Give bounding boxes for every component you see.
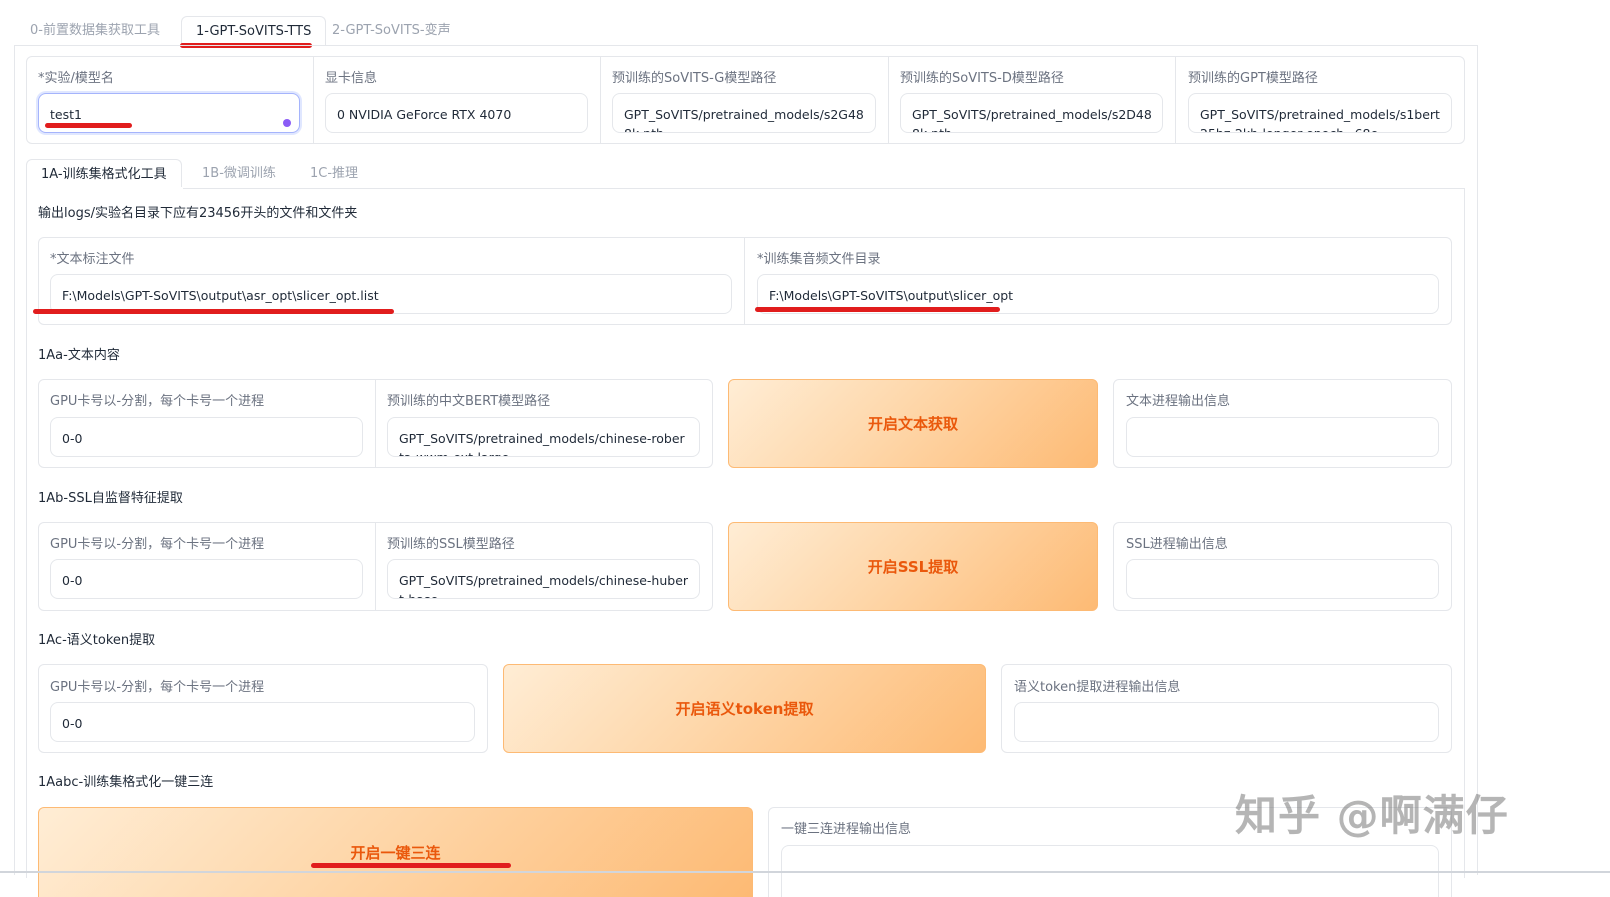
logs-hint: 输出logs/实验名目录下应有23456开头的文件和文件夹 xyxy=(38,206,358,221)
audio-dir-value: F:\Models\GPT-SoVITS\output\slicer_opt xyxy=(769,288,1014,303)
ssl-path-value: GPT_SoVITS/pretrained_models/chinese-hub… xyxy=(399,573,689,598)
section-title-1aabc: 1Aabc-训练集格式化一键三连 xyxy=(38,775,214,790)
sovits-g-label: 预训练的SoVITS-G模型路径 xyxy=(612,71,777,86)
bert-path-input[interactable]: GPT_SoVITS/pretrained_models/chinese-rob… xyxy=(387,417,700,457)
annotation-underline xyxy=(755,307,1000,312)
sovits-g-path-value: GPT_SoVITS/pretrained_models/s2G488k.pth xyxy=(624,107,864,132)
input-status-dot-icon xyxy=(283,119,291,127)
gpu-ids-label: GPU卡号以-分割，每个卡号一个进程 xyxy=(50,537,265,552)
tab-gpt-sovits-voice-change[interactable]: 2-GPT-SoVITS-变声 xyxy=(318,16,465,46)
gpt-path-value: GPT_SoVITS/pretrained_models/s1bert25hz-… xyxy=(1200,107,1440,132)
one-click-output-label: 一键三连进程输出信息 xyxy=(781,822,912,837)
audio-dir-label: *训练集音频文件目录 xyxy=(757,252,881,267)
gpu-ids-input[interactable]: 0-0 xyxy=(50,417,363,457)
bert-path-value: GPT_SoVITS/pretrained_models/chinese-rob… xyxy=(399,431,685,456)
divider xyxy=(1175,57,1176,143)
window-bottom-edge xyxy=(0,871,1610,873)
sovits-d-path-value: GPT_SoVITS/pretrained_models/s2D488k.pth xyxy=(912,107,1152,132)
section-title-1ac: 1Ac-语义token提取 xyxy=(38,633,156,648)
gpu-ids-label: GPU卡号以-分割，每个卡号一个进程 xyxy=(50,394,265,409)
start-text-extract-button[interactable]: 开启文本获取 xyxy=(728,379,1098,468)
gpu-ids-value: 0-0 xyxy=(62,573,83,588)
watermark: 知乎 @啊满仔 xyxy=(1235,791,1509,840)
exp-name-value: test1 xyxy=(50,107,82,122)
ssl-path-label: 预训练的SSL模型路径 xyxy=(387,537,515,552)
annotation-underline xyxy=(45,123,132,128)
sovits-d-label: 预训练的SoVITS-D模型路径 xyxy=(900,71,1064,86)
annotation-underline xyxy=(311,863,511,868)
subtab-finetune[interactable]: 1B-微调训练 xyxy=(188,159,290,189)
ssl-output-field[interactable] xyxy=(1126,559,1439,599)
text-output-field[interactable] xyxy=(1126,417,1439,457)
gpu-ids-input[interactable]: 0-0 xyxy=(50,559,363,599)
gpu-info-field[interactable]: 0 NVIDIA GeForce RTX 4070 xyxy=(325,93,588,133)
start-one-click-button[interactable]: 开启一键三连 xyxy=(38,807,753,897)
subtab-inference[interactable]: 1C-推理 xyxy=(296,159,372,189)
subtab-dataset-format[interactable]: 1A-训练集格式化工具 xyxy=(26,159,182,189)
start-ssl-extract-button[interactable]: 开启SSL提取 xyxy=(728,522,1098,611)
sovits-d-path-field[interactable]: GPT_SoVITS/pretrained_models/s2D488k.pth xyxy=(900,93,1163,133)
tab-dataset-tools[interactable]: 0-前置数据集获取工具 xyxy=(16,16,174,46)
gpt-path-label: 预训练的GPT模型路径 xyxy=(1188,71,1318,86)
ssl-path-input[interactable]: GPT_SoVITS/pretrained_models/chinese-hub… xyxy=(387,559,700,599)
divider xyxy=(375,380,376,467)
divider xyxy=(600,57,601,143)
semantic-output-field[interactable] xyxy=(1014,702,1439,742)
text-label-file-input[interactable]: F:\Models\GPT-SoVITS\output\asr_opt\slic… xyxy=(50,274,732,314)
start-semantic-token-button[interactable]: 开启语义token提取 xyxy=(503,664,986,753)
gpu-info-value: 0 NVIDIA GeForce RTX 4070 xyxy=(337,107,512,122)
annotation-underline xyxy=(33,309,394,314)
divider xyxy=(744,238,745,324)
divider xyxy=(313,57,314,143)
gpu-info-label: 显卡信息 xyxy=(325,71,378,86)
semantic-output-label: 语义token提取进程输出信息 xyxy=(1014,680,1181,695)
section-title-1ab: 1Ab-SSL自监督特征提取 xyxy=(38,491,183,506)
bert-path-label: 预训练的中文BERT模型路径 xyxy=(387,394,551,409)
ssl-output-label: SSL进程输出信息 xyxy=(1126,537,1228,552)
gpu-ids-input[interactable]: 0-0 xyxy=(50,702,475,742)
gpu-ids-label: GPU卡号以-分割，每个卡号一个进程 xyxy=(50,680,265,695)
gpu-ids-value: 0-0 xyxy=(62,431,83,446)
section-title-1aa: 1Aa-文本内容 xyxy=(38,348,120,363)
divider xyxy=(375,523,376,610)
divider xyxy=(888,57,889,143)
exp-name-label: *实验/模型名 xyxy=(38,71,114,86)
gpt-path-field[interactable]: GPT_SoVITS/pretrained_models/s1bert25hz-… xyxy=(1188,93,1452,133)
gpu-ids-value: 0-0 xyxy=(62,716,83,731)
text-label-file-label: *文本标注文件 xyxy=(50,252,135,267)
text-label-file-value: F:\Models\GPT-SoVITS\output\asr_opt\slic… xyxy=(62,288,379,303)
sovits-g-path-field[interactable]: GPT_SoVITS/pretrained_models/s2G488k.pth xyxy=(612,93,876,133)
tab-gpt-sovits-tts[interactable]: 1-GPT-SoVITS-TTS xyxy=(181,16,327,46)
active-tab-joint xyxy=(27,187,183,189)
text-output-label: 文本进程输出信息 xyxy=(1126,394,1231,409)
